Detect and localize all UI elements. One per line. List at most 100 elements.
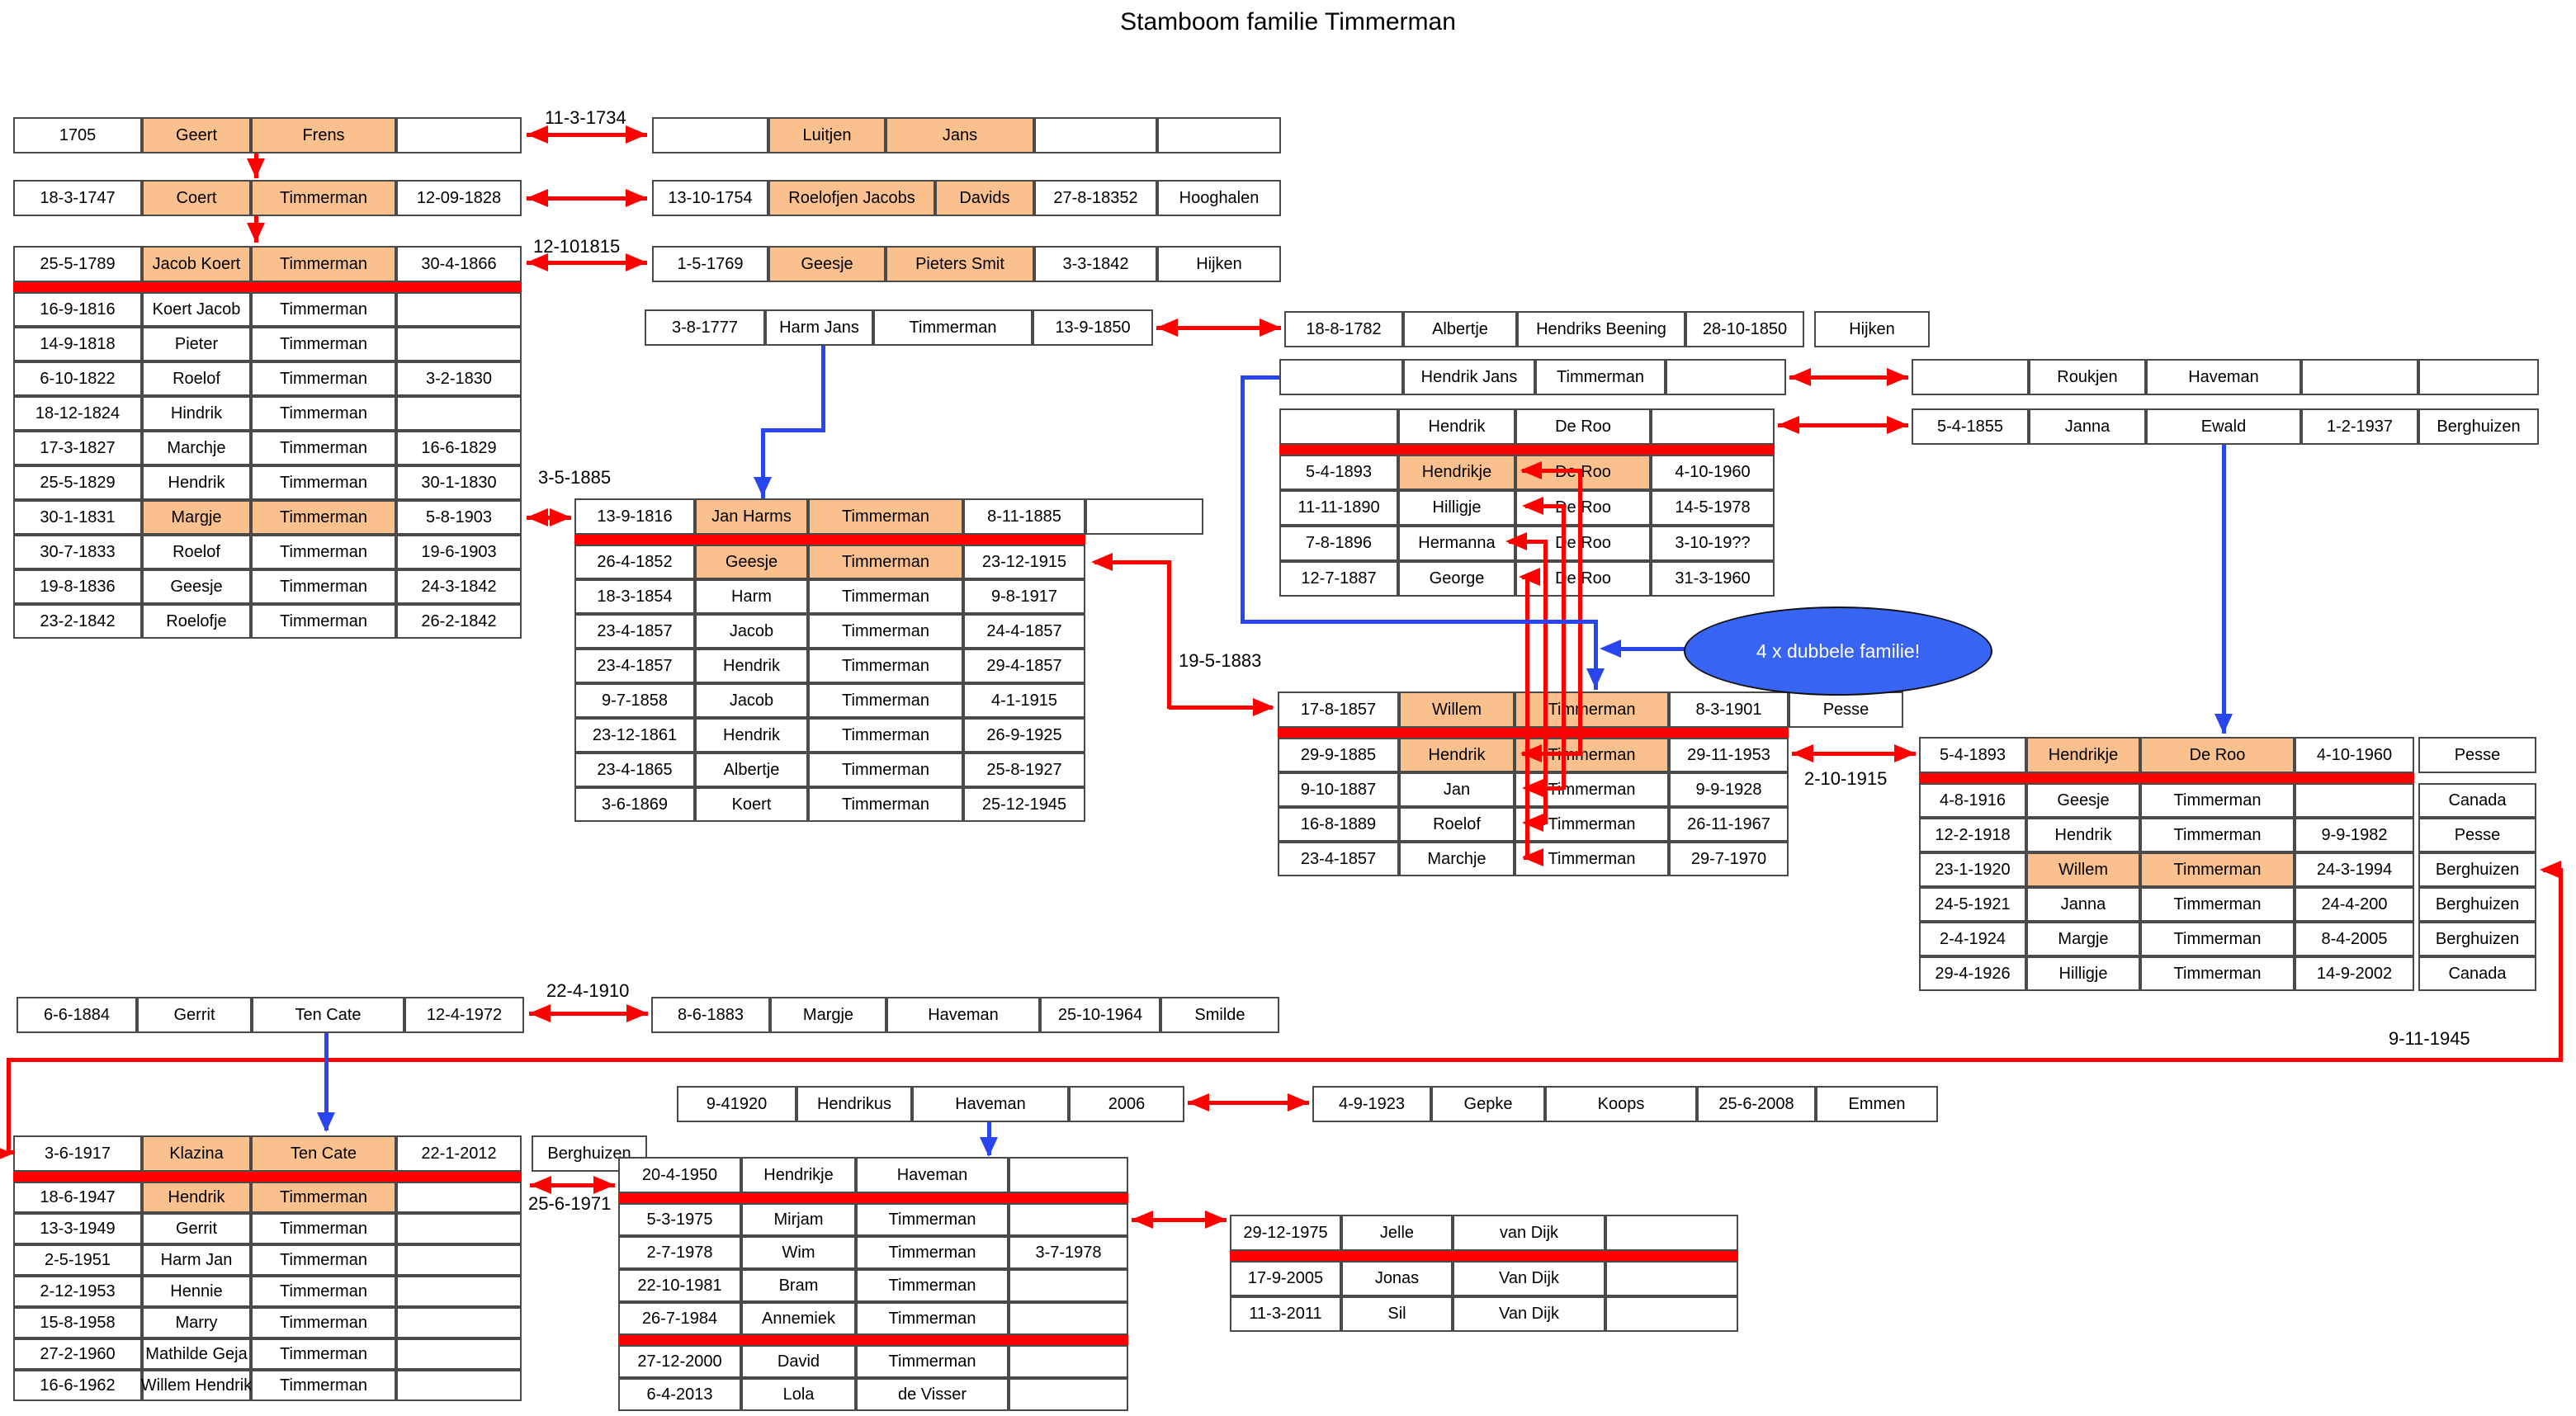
- table-cell: Geesje: [695, 545, 808, 579]
- table-row: 3-8-1777Harm JansTimmerman13-9-1850: [645, 309, 1153, 346]
- table-cell: De Roo: [2140, 737, 2295, 773]
- table-cell: Marchje: [1399, 842, 1515, 876]
- table-cell: Canada: [2418, 956, 2536, 991]
- table-row: 24-5-1921JannaTimmerman24-4-200: [1919, 887, 2414, 922]
- table-cell: Willem: [2026, 852, 2140, 887]
- table-cell: Jacob: [695, 683, 808, 718]
- table-row: 18-12-1824HindrikTimmerman: [13, 396, 522, 431]
- arrow-head-icon: [1887, 416, 1908, 434]
- table-row: Pesse: [1789, 691, 1903, 728]
- table-cell: 3-6-1869: [574, 787, 695, 822]
- table-cell: [1605, 1261, 1738, 1296]
- table-cell: 28-10-1850: [1685, 311, 1804, 347]
- table-row: 18-3-1747CoertTimmerman12-09-1828: [13, 180, 522, 216]
- table-row: LuitjenJans: [652, 117, 1281, 153]
- table-row: 29-4-1926HilligjeTimmerman14-9-2002: [1919, 956, 2414, 991]
- table-cell: Roelof: [142, 535, 251, 569]
- table-cell: 4-1-1915: [963, 683, 1085, 718]
- table-cell: Timmerman: [251, 1244, 396, 1276]
- table-cell: Berghuizen: [2418, 887, 2536, 922]
- arrow-head-icon: [1188, 1093, 1209, 1112]
- table-row: 14-9-1818PieterTimmerman: [13, 327, 522, 361]
- table-cell: [396, 292, 522, 327]
- arrow-head-icon: [1091, 553, 1113, 571]
- connector-line: [1241, 375, 1279, 380]
- table-row: HendrikDe Roo: [1279, 408, 1775, 445]
- arrow-head-icon: [1522, 779, 1543, 797]
- table-cell: Timmerman: [2140, 783, 2295, 818]
- table-cell: [396, 117, 522, 153]
- table-cell: 11-3-2011: [1230, 1296, 1341, 1332]
- table-row: 9-41920HendrikusHaveman2006: [677, 1086, 1184, 1122]
- table-cell: [396, 1213, 522, 1244]
- table-cell: 24-4-200: [2295, 887, 2414, 922]
- table-row: 4-8-1916GeesjeTimmerman: [1919, 783, 2414, 818]
- table-row: 23-4-1865AlbertjeTimmerman25-8-1927: [574, 753, 1085, 787]
- table-row: 19-8-1836GeesjeTimmerman24-3-1842: [13, 569, 522, 604]
- table-cell: Timmerman: [251, 535, 396, 569]
- table-cell: Hendrikje: [1398, 455, 1515, 490]
- arrow-head-icon: [626, 125, 647, 144]
- table-cell: Hendrik: [695, 649, 808, 683]
- generation-divider-bar: [13, 282, 522, 292]
- table-row: 9-7-1858JacobTimmerman4-1-1915: [574, 683, 1085, 718]
- arrow-head-icon: [593, 1176, 615, 1194]
- table-cell: Emmen: [1816, 1086, 1938, 1122]
- table-cell: [396, 1338, 522, 1370]
- table-cell: Timmerman: [856, 1269, 1009, 1302]
- table-cell: Timmerman: [2140, 922, 2295, 956]
- table-cell: 6-4-2013: [618, 1378, 741, 1411]
- table-cell: David: [741, 1345, 856, 1378]
- table-row: 2-7-1978WimTimmerman3-7-1978: [618, 1236, 1128, 1269]
- arrow-head-icon: [1132, 1211, 1153, 1229]
- table-cell: Margje: [142, 500, 251, 535]
- table-row: 6-10-1822RoelofTimmerman3-2-1830: [13, 361, 522, 396]
- table-cell: Van Dijk: [1453, 1261, 1605, 1296]
- table-cell: 29-12-1975: [1230, 1215, 1341, 1251]
- table-cell: Hermanna: [1398, 526, 1515, 561]
- table-cell: 23-4-1857: [1278, 842, 1399, 876]
- table-cell: 26-9-1925: [963, 718, 1085, 753]
- table-cell: 18-8-1782: [1284, 311, 1403, 347]
- table-cell: 13-9-1850: [1033, 309, 1153, 346]
- table-row: 13-10-1754Roelofjen JacobsDavids27-8-183…: [652, 180, 1281, 216]
- table-cell: 5-4-1893: [1279, 455, 1398, 490]
- table-row: 15-8-1958MarryTimmerman: [13, 1307, 522, 1338]
- date-label: 2-10-1915: [1804, 768, 1887, 790]
- table-row: 16-6-1962Willem HendrikTimmerman: [13, 1370, 522, 1401]
- arrow-head-icon: [2540, 861, 2561, 879]
- table-cell: 3-6-1917: [13, 1135, 142, 1172]
- arrow-head-icon: [1253, 698, 1274, 716]
- note-text: 4 x dubbele familie!: [1756, 640, 1920, 663]
- table-cell: Timmerman: [856, 1236, 1009, 1269]
- table-cell: Timmerman: [251, 500, 396, 535]
- table-cell: Timmerman: [251, 431, 396, 465]
- table-cell: Haveman: [886, 997, 1040, 1033]
- connector-line: [1241, 620, 1597, 624]
- table-cell: 25-6-2008: [1697, 1086, 1816, 1122]
- table-cell: 23-12-1861: [574, 718, 695, 753]
- table-cell: Berghuizen: [2418, 922, 2536, 956]
- table-cell: Pieters Smit: [886, 246, 1034, 282]
- table-cell: 3-10-19??: [1651, 526, 1775, 561]
- table-cell: [1651, 408, 1775, 445]
- table-row: 18-6-1947HendrikTimmerman: [13, 1182, 522, 1213]
- table-cell: 5-4-1855: [1912, 408, 2029, 445]
- table-cell: 24-3-1842: [396, 569, 522, 604]
- table-cell: [1034, 117, 1157, 153]
- table-row: 6-6-1884GerritTen Cate12-4-1972: [17, 997, 524, 1033]
- table-cell: Jans: [886, 117, 1034, 153]
- table-cell: 2-12-1953: [13, 1276, 142, 1307]
- table-cell: Mirjam: [741, 1203, 856, 1236]
- table-cell: Gerrit: [142, 1213, 251, 1244]
- table-cell: [2295, 783, 2414, 818]
- table-cell: Timmerman: [808, 579, 963, 614]
- table-cell: 9-41920: [677, 1086, 796, 1122]
- table-cell: Timmerman: [856, 1302, 1009, 1335]
- table-cell: 26-4-1852: [574, 545, 695, 579]
- table-row: 1705GeertFrens: [13, 117, 522, 153]
- arrow-head-icon: [247, 223, 265, 243]
- table-cell: [2301, 359, 2418, 395]
- table-cell: Hendrik: [695, 718, 808, 753]
- arrow-head-icon: [2214, 714, 2233, 734]
